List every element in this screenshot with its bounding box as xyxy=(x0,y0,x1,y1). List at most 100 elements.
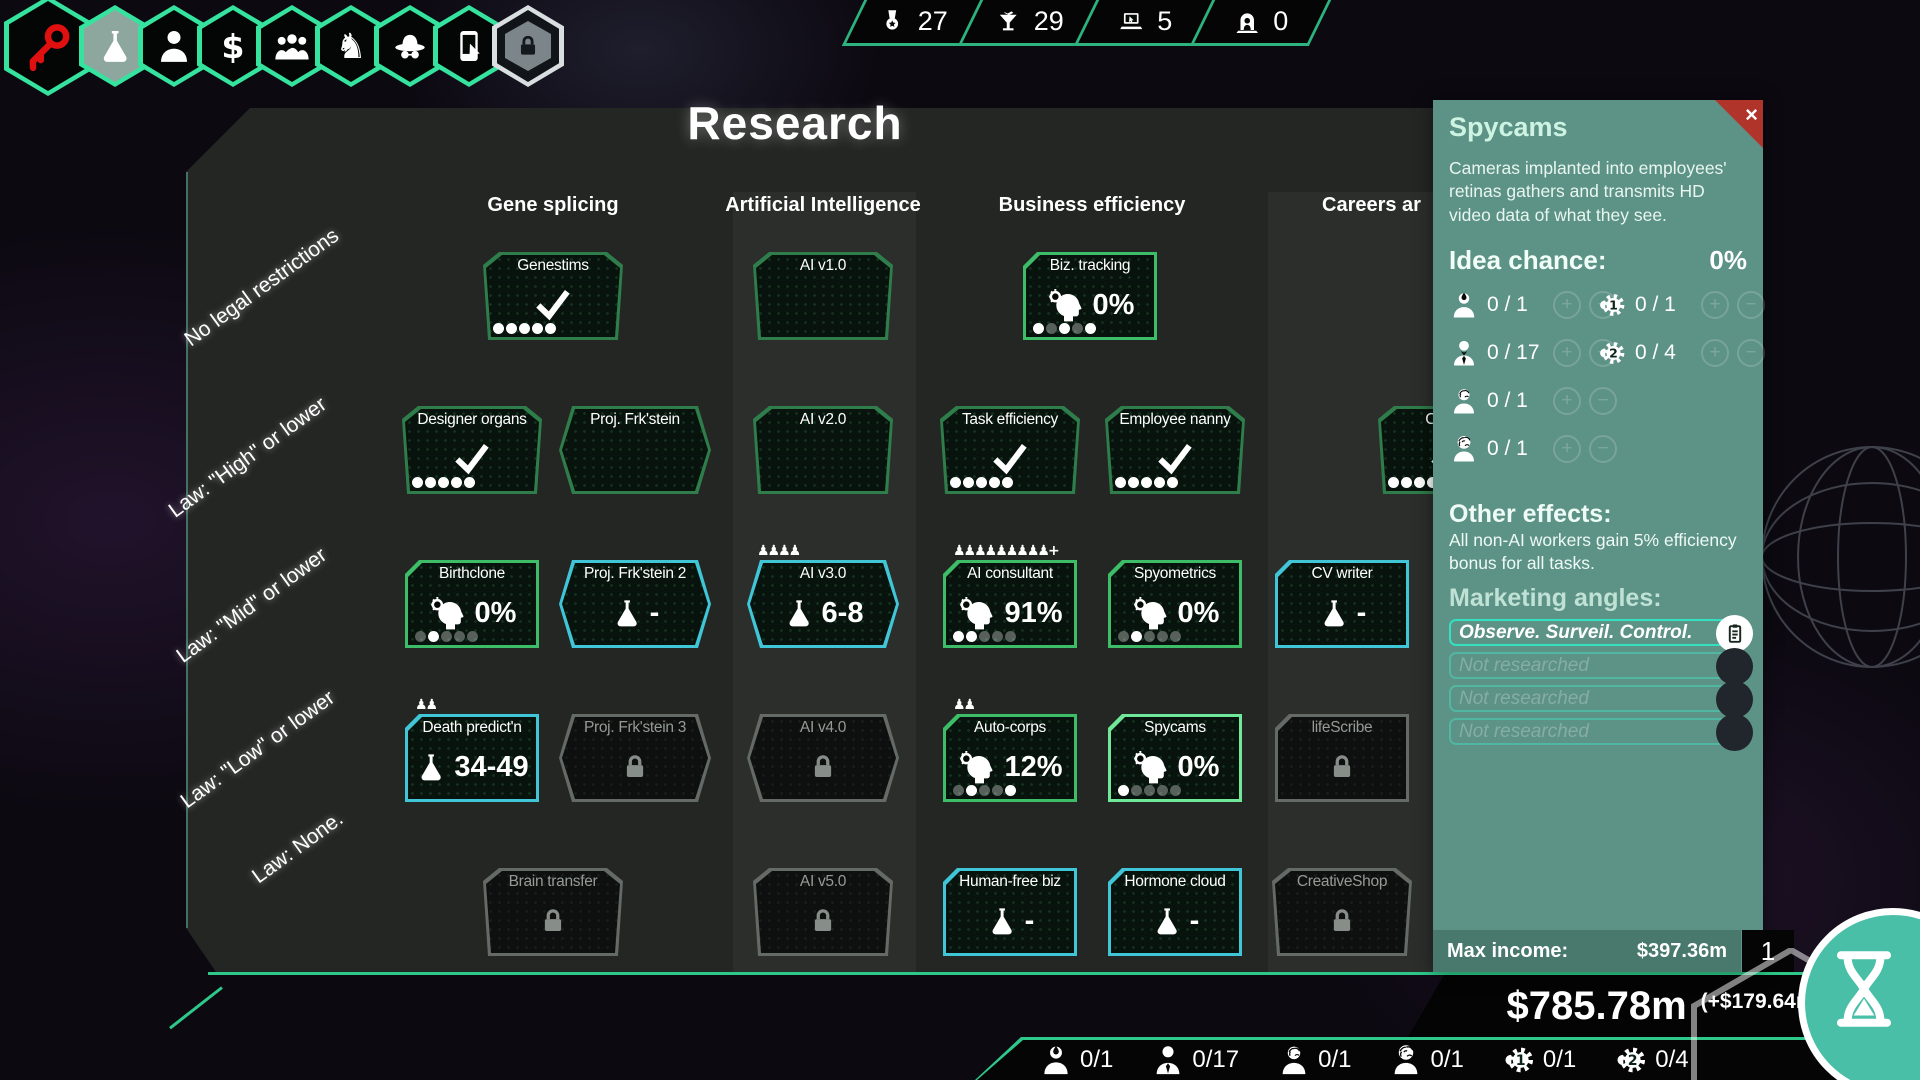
marketing-slot-1[interactable]: Observe. Surveil. Control. xyxy=(1449,615,1753,653)
increase-button[interactable]: + xyxy=(1701,290,1729,319)
progress-dot xyxy=(953,631,964,642)
marketing-slot-4: Not researched xyxy=(1449,714,1753,752)
progress-dot xyxy=(976,477,987,488)
node-value: 12% xyxy=(1004,750,1063,783)
research-node-designer-organs[interactable]: Designer organs xyxy=(402,406,542,494)
decrease-button[interactable]: − xyxy=(1737,338,1765,367)
person-bigbrain-icon xyxy=(1449,434,1479,464)
progress-dot xyxy=(506,323,517,334)
progress-dot xyxy=(966,785,977,796)
progress-dot xyxy=(1118,785,1129,796)
spy-icon xyxy=(391,27,429,65)
people-icon xyxy=(273,27,311,65)
progress-dot xyxy=(1115,477,1126,488)
top-stat-value: 29 xyxy=(1033,6,1064,36)
research-node-spycams[interactable]: Spycams 0% xyxy=(1108,714,1242,802)
spycams-detail-panel: × Spycams Cameras implanted into employe… xyxy=(1433,100,1765,972)
research-node-task-efficiency[interactable]: Task efficiency xyxy=(940,406,1080,494)
person-icon xyxy=(155,27,193,65)
requirement-brain-gear-2: 2 0 / 4 + − xyxy=(1597,338,1765,368)
fast-forward-button[interactable] xyxy=(1798,908,1920,1080)
increase-button[interactable]: + xyxy=(1553,290,1581,319)
research-node-lifescribe[interactable]: lifeScribe xyxy=(1275,714,1409,802)
progress-dots xyxy=(953,785,1016,796)
research-node-brain-transfer[interactable]: Brain transfer xyxy=(483,868,623,956)
research-node-cv-writer[interactable]: CV writer - xyxy=(1275,560,1409,648)
check-icon xyxy=(448,439,496,479)
research-node-proj-frkstein[interactable]: Proj. Frk'stein xyxy=(559,406,711,494)
idea-chance-label: Idea chance: xyxy=(1449,244,1607,275)
marketing-slot-text: Not researched xyxy=(1459,654,1589,676)
research-node-ai4[interactable]: AI v4.0 xyxy=(747,714,899,802)
toolbar-button-lock[interactable] xyxy=(492,5,564,87)
requirement-person-brain: 0 / 1 + − xyxy=(1449,386,1617,416)
worker-requirement-icons: ♟♟♟♟♟♟♟♟♟+ xyxy=(953,543,1060,559)
requirement-person-bigbrain: 0 / 1 + − xyxy=(1449,434,1617,464)
research-node-death-predictn[interactable]: Death predict'n 34-49 ♟♟ xyxy=(405,697,539,802)
decrease-button[interactable]: − xyxy=(1737,290,1765,319)
progress-dot xyxy=(1167,477,1178,488)
progress-dot xyxy=(1401,477,1412,488)
research-node-ai5[interactable]: AI v5.0 xyxy=(753,868,893,956)
increase-button[interactable]: + xyxy=(1553,434,1581,463)
marketing-slot-text: Observe. Surveil. Control. xyxy=(1459,621,1693,643)
node-label: Employee nanny xyxy=(1119,411,1231,428)
idea-head-icon xyxy=(957,593,997,633)
research-node-spyometrics[interactable]: Spyometrics 0% xyxy=(1108,560,1242,648)
increase-button[interactable]: + xyxy=(1553,386,1581,415)
research-node-employee-nanny[interactable]: Employee nanny xyxy=(1105,406,1245,494)
close-button[interactable]: × xyxy=(1715,100,1763,148)
research-node-ai3[interactable]: AI v3.0 6-8 ♟♟♟♟ xyxy=(747,543,899,648)
research-node-hormone-cloud[interactable]: Hormone cloud - xyxy=(1108,868,1242,956)
research-node-proj-frkstein2[interactable]: Proj. Frk'stein 2 - xyxy=(559,560,711,648)
progress-dots xyxy=(415,631,478,642)
progress-dot xyxy=(1128,477,1139,488)
progress-dot xyxy=(1154,477,1165,488)
increase-button[interactable]: + xyxy=(1701,338,1729,367)
progress-dots xyxy=(493,323,556,334)
svg-text:2: 2 xyxy=(1609,345,1618,360)
decrease-button[interactable]: − xyxy=(1589,386,1617,415)
divider-line-slant xyxy=(169,986,223,1030)
research-node-birthclone[interactable]: Birthclone 0% xyxy=(405,560,539,648)
empty-slot-circle xyxy=(1716,648,1753,686)
research-node-auto-corps[interactable]: Auto-corps 12% ♟♟ xyxy=(943,697,1077,802)
node-label: Auto-corps xyxy=(974,719,1046,736)
clipboard-button[interactable] xyxy=(1716,615,1753,653)
requirement-row: 0 / 1+−10 / 1+− xyxy=(1449,290,1765,330)
research-node-proj-frkstein3[interactable]: Proj. Frk'stein 3 xyxy=(559,714,711,802)
research-node-biz-tracking[interactable]: Biz. tracking 0% xyxy=(1023,252,1157,340)
lock-icon xyxy=(538,905,568,937)
idea-head-icon xyxy=(1131,747,1171,787)
other-effects-label: Other effects: xyxy=(1449,499,1612,528)
idea-head-icon xyxy=(1046,285,1086,325)
marketing-slot-text: Not researched xyxy=(1459,687,1589,709)
divider-line xyxy=(208,972,1920,975)
marketing-angles-label: Marketing angles: xyxy=(1449,584,1662,613)
node-label: Proj. Frk'stein 3 xyxy=(583,719,687,736)
progress-dot xyxy=(467,631,478,642)
research-node-ai-consultant[interactable]: AI consultant 91% ♟♟♟♟♟♟♟♟♟+ xyxy=(943,543,1077,648)
progress-dot xyxy=(1072,323,1083,334)
node-label: Proj. Frk'stein xyxy=(590,411,680,428)
research-node-ai1[interactable]: AI v1.0 xyxy=(753,252,893,340)
research-node-ai2[interactable]: AI v2.0 xyxy=(753,406,893,494)
person-droplet-icon xyxy=(1449,290,1479,320)
decrease-button[interactable]: − xyxy=(1589,434,1617,463)
progress-dot xyxy=(1046,323,1057,334)
worker-requirement-icons: ♟♟ xyxy=(953,697,976,713)
research-node-genestims[interactable]: Genestims xyxy=(483,252,623,340)
svg-text:1: 1 xyxy=(1609,297,1618,312)
node-label: Task efficiency xyxy=(961,411,1058,428)
progress-dot xyxy=(1157,785,1168,796)
empty-slot-circle xyxy=(1716,681,1753,719)
person-brain-icon xyxy=(1277,1043,1311,1077)
research-node-human-free-biz[interactable]: Human-free biz - xyxy=(943,868,1077,956)
research-node-creativeshop[interactable]: CreativeShop xyxy=(1272,868,1412,956)
lock-icon xyxy=(515,33,541,59)
progress-dot xyxy=(441,631,452,642)
progress-dots xyxy=(950,477,1013,488)
increase-button[interactable]: + xyxy=(1553,338,1581,367)
game-screen: Research Gene splicing Artificial Intelli… xyxy=(0,0,1920,1080)
requirement-brain-gear-1: 1 0 / 1 + − xyxy=(1597,290,1765,320)
